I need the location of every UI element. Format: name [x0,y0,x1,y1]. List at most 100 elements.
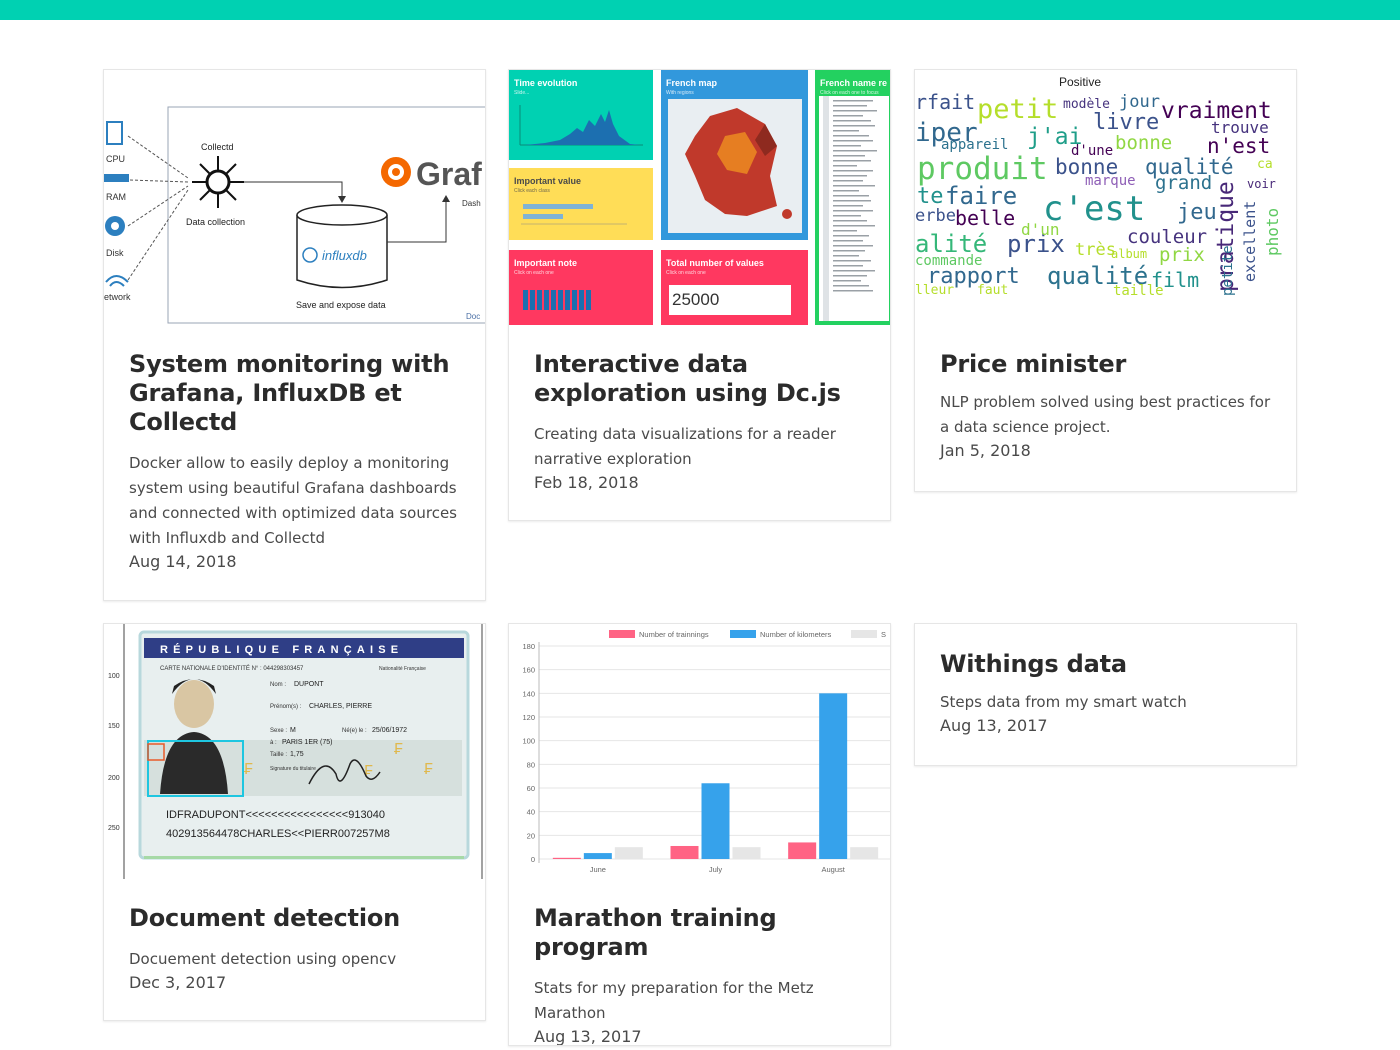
bar-july-2 [732,847,761,859]
card-date: Jan 5, 2018 [940,441,1031,460]
network-icon [105,275,129,287]
y-tick-label: 20 [527,831,535,840]
project-card-document-detection[interactable]: 100 150 200 250 RÉPUBLIQUE FRANÇAISE CAR… [103,623,486,1021]
project-card-marathon[interactable]: Number of trainnings Number of kilometers… [508,623,891,1046]
legend-swatch [851,630,877,638]
data-collection-label: Data collection [186,217,245,227]
bar-august-0 [788,842,817,859]
important-note-tile: Important note Click on each one [509,250,653,325]
svg-text:Sexe :: Sexe : [270,728,287,734]
card-date: Aug 13, 2017 [940,716,1048,735]
card-description: Creating data visualizations for a reade… [534,425,836,468]
french-name-tile: French name re Click on each one to focu… [815,70,890,325]
legend-label: Number of kilometers [760,630,832,639]
important-note-chart [523,290,591,310]
svg-text:25/06/1972: 25/06/1972 [372,727,407,734]
card-title[interactable]: System monitoring with Grafana, InfluxDB… [129,350,460,437]
y-tick-label: 180 [522,642,535,651]
bar-august-2 [850,847,879,859]
marathon-bar-chart: Number of trainnings Number of kilometers… [522,630,890,874]
card-title[interactable]: Price minister [940,350,1271,379]
svg-text:1,75: 1,75 [290,751,304,758]
card-description: Docuement detection using opencv [129,950,397,968]
y-tick: 200 [108,775,120,782]
legend-swatch [609,630,635,638]
project-card-grafana[interactable]: CPU RAM Disk etwork Collectd Data collec… [103,69,486,601]
legend-label: Number of trainnings [639,630,709,639]
card-title[interactable]: Marathon training program [534,904,865,962]
name-list [819,96,889,321]
y-tick-label: 100 [522,737,535,746]
svg-text:₣: ₣ [424,761,433,778]
bar-june-2 [614,847,643,859]
y-tick-label: 0 [531,855,535,864]
influxdb-label: influxdb [322,248,367,263]
cpu-label: CPU [106,154,125,164]
svg-text:Signature du titulaire: Signature du titulaire [270,766,316,772]
x-tick-label: August [821,865,845,874]
french-map-tile: French map With regions [661,70,808,240]
dash-label: Dash [462,199,481,208]
card-thumbnail-dashboard[interactable]: Time evolution Slide... French map With … [509,70,890,325]
svg-text:à :: à : [270,740,277,746]
card-thumbnail-architecture-diagram[interactable]: CPU RAM Disk etwork Collectd Data collec… [104,70,485,325]
mrz-line-1: IDFRADUPONT<<<<<<<<<<<<<<<<913040 [166,809,385,821]
card-date: Aug 13, 2017 [534,1027,642,1046]
project-card-withings[interactable]: Withings data Steps data from my smart w… [914,623,1297,766]
card-description: Docker allow to easily deploy a monitori… [129,454,457,547]
project-card-price-minister[interactable]: Positive rfait petit modèle jour vraimen… [914,69,1297,492]
svg-text:₣: ₣ [364,763,373,780]
card-description: Stats for my preparation for the Metz Ma… [534,979,814,1022]
collectd-icon [205,169,231,195]
bar-july-0 [670,845,699,859]
y-tick-label: 120 [522,713,535,722]
svg-text:Nationalité Française: Nationalité Française [379,666,426,672]
card-date: Dec 3, 2017 [129,973,227,992]
bar-august-1 [819,693,848,859]
card-title[interactable]: Document detection [129,904,460,933]
card-title[interactable]: Withings data [940,650,1271,679]
card-thumbnail-wordcloud[interactable]: Positive rfait petit modèle jour vraimen… [915,70,1296,310]
card-thumbnail-bar-chart[interactable]: Number of trainnings Number of kilometers… [509,624,890,879]
x-tick-label: July [709,865,723,874]
mrz-line-2: 402913564478CHARLES<<PIERR007257M8 [166,828,390,840]
doc-label: Doc [466,312,480,321]
y-tick: 150 [108,723,120,730]
card-title[interactable]: Interactive data exploration using Dc.js [534,350,865,408]
svg-text:PARIS 1ER (75): PARIS 1ER (75) [282,739,332,746]
time-evolution-tile: Time evolution Slide... [509,70,653,160]
id-card-header: RÉPUBLIQUE FRANÇAISE [160,643,403,656]
network-label: etwork [104,292,131,302]
card-description: Steps data from my smart watch [940,693,1187,711]
card-date: Aug 14, 2018 [129,552,237,571]
x-tick-label: June [590,865,606,874]
bar-june-0 [552,857,581,859]
card-description: NLP problem solved using best practices … [940,393,1271,436]
svg-text:₣: ₣ [244,761,253,778]
collectd-label: Collectd [201,142,234,152]
svg-text:CHARLES, PIERRE: CHARLES, PIERRE [309,703,372,710]
svg-text:Prénom(s) :: Prénom(s) : [270,704,302,710]
card-date: Feb 18, 2018 [534,473,639,492]
y-tick: 100 [108,673,120,680]
disk-label: Disk [106,248,124,258]
bar-july-1 [701,783,730,859]
legend-swatch [730,630,756,638]
project-card-dcjs[interactable]: Time evolution Slide... French map With … [508,69,891,521]
svg-text:₣: ₣ [394,741,403,758]
y-tick-label: 160 [522,666,535,675]
svg-text:DUPONT: DUPONT [294,681,324,688]
id-card-figure: 100 150 200 250 RÉPUBLIQUE FRANÇAISE CAR… [108,624,483,879]
bar-june-1 [583,853,612,859]
svg-text:Nom :: Nom : [270,682,286,688]
y-tick-label: 40 [527,808,535,817]
save-expose-label: Save and expose data [296,300,386,310]
y-tick-label: 80 [527,760,535,769]
total-values-tile: Total number of values Click on each one… [661,250,808,325]
wordcloud-heading: Positive [1059,75,1102,89]
total-values-number: 25000 [669,285,791,315]
time-evolution-chart [519,105,643,146]
card-thumbnail-id-card[interactable]: 100 150 200 250 RÉPUBLIQUE FRANÇAISE CAR… [104,624,485,879]
svg-text:Taille :: Taille : [270,752,287,758]
legend-label: S [881,630,886,639]
